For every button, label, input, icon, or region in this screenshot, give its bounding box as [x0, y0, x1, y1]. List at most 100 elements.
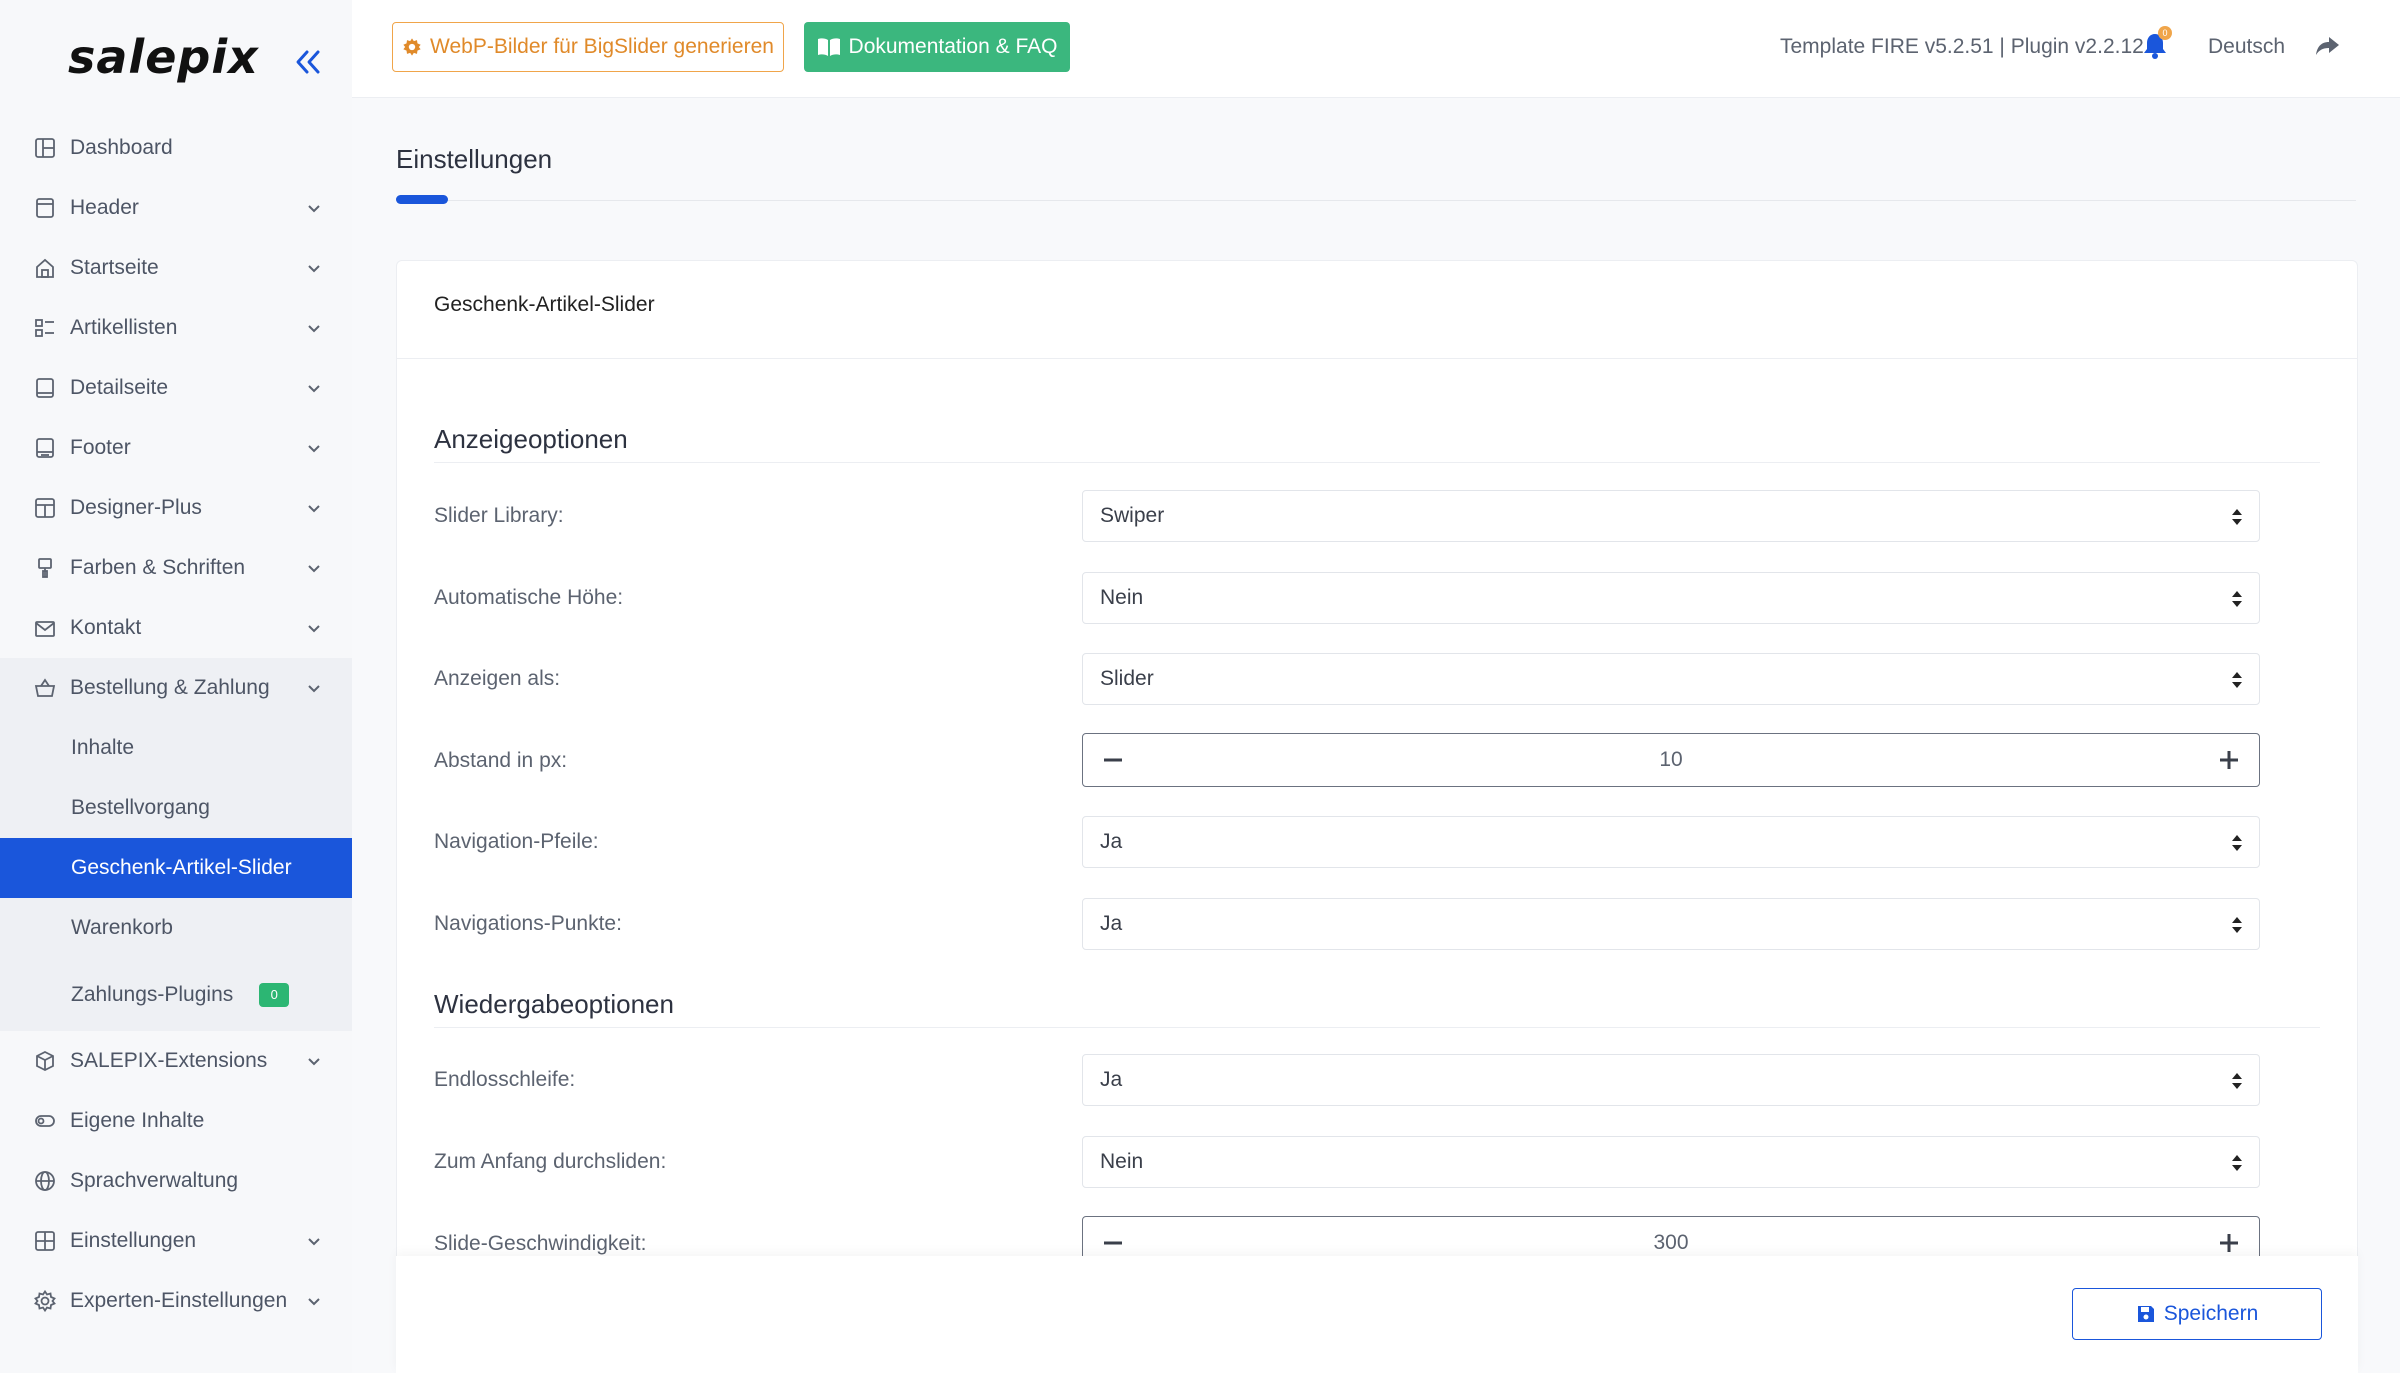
sidebar-subitem-bestellvorgang[interactable]: Bestellvorgang: [0, 778, 352, 838]
sidebar-item-detailseite[interactable]: Detailseite: [0, 358, 352, 418]
sidebar-item-einstellungen[interactable]: Einstellungen: [0, 1211, 352, 1271]
sidebar-item-label: Detailseite: [70, 376, 169, 399]
field-label-rewind: Zum Anfang durchsliden:: [434, 1150, 667, 1173]
share-button[interactable]: [2314, 34, 2342, 62]
minus-icon: [1104, 758, 1122, 762]
logo-row: salepix: [0, 0, 352, 122]
sidebar-item-label: Eigene Inhalte: [70, 1109, 205, 1132]
share-icon: [2316, 37, 2339, 55]
sort-arrows-icon: [2232, 509, 2242, 525]
field-label-loop: Endlosschleife:: [434, 1068, 576, 1091]
select-value: Slider: [1100, 667, 1154, 690]
section-divider: [434, 462, 2320, 463]
grid-icon: [34, 1230, 56, 1252]
card-title: Geschenk-Artikel-Slider: [434, 293, 655, 316]
globe-icon: [34, 1170, 56, 1192]
sidebar-item-salepix-extensions[interactable]: SALEPIX-Extensions: [0, 1031, 352, 1091]
minus-icon: [1104, 1241, 1122, 1245]
auto-height-select[interactable]: Nein: [1082, 572, 2260, 624]
sidebar-subitem-geschenk-artikel-slider[interactable]: Geschenk-Artikel-Slider: [0, 838, 352, 898]
sidebar-item-label: Farben & Schriften: [70, 556, 246, 579]
logo: salepix: [68, 30, 259, 84]
notification-count-badge: 0: [2158, 26, 2172, 40]
nav-dots-select[interactable]: Ja: [1082, 898, 2260, 950]
sort-arrows-icon: [2232, 1155, 2242, 1171]
decrement-button[interactable]: [1093, 740, 1133, 780]
sidebar-item-bestellung-zahlung[interactable]: Bestellung & Zahlung: [0, 658, 352, 718]
sidebar-item-header[interactable]: Header: [0, 178, 352, 238]
sidebar-item-startseite[interactable]: Startseite: [0, 238, 352, 298]
loop-select[interactable]: Ja: [1082, 1054, 2260, 1106]
spacing-value[interactable]: 10: [1143, 748, 2199, 772]
sidebar-item-kontakt[interactable]: Kontakt: [0, 598, 352, 658]
field-label-slider-library: Slider Library:: [434, 504, 564, 527]
chevron-down-icon: [308, 205, 320, 213]
language-selector[interactable]: Deutsch: [2208, 35, 2285, 59]
select-value: Ja: [1100, 830, 1123, 853]
sidebar-subitem-inhalte[interactable]: Inhalte: [0, 718, 352, 778]
designer-icon: [34, 497, 56, 519]
save-label: Speichern: [2163, 1302, 2259, 1325]
increment-button[interactable]: [2209, 740, 2249, 780]
sidebar-item-label: Bestellung & Zahlung: [70, 676, 270, 699]
select-value: Ja: [1100, 1068, 1123, 1091]
field-label-auto-height: Automatische Höhe:: [434, 586, 624, 609]
brush-icon: [34, 557, 56, 579]
chevron-down-icon: [308, 385, 320, 393]
rewind-select[interactable]: Nein: [1082, 1136, 2260, 1188]
field-label-nav-arrows: Navigation-Pfeile:: [434, 830, 599, 853]
sidebar-subitem-label: Bestellvorgang: [71, 796, 210, 819]
chevron-down-icon: [308, 1298, 320, 1306]
chevron-down-icon: [308, 685, 320, 693]
sidebar-item-label: Designer-Plus: [70, 496, 202, 519]
sidebar-item-experten-einstellungen[interactable]: Experten-Einstellungen: [0, 1271, 352, 1331]
slider-library-select[interactable]: Swiper: [1082, 490, 2260, 542]
sidebar-group-bestellung: Bestellung & Zahlung Inhalte Bestellvorg…: [0, 658, 352, 1031]
sort-arrows-icon: [2232, 835, 2242, 851]
sort-arrows-icon: [2232, 672, 2242, 688]
sidebar-subitem-zahlungs-plugins[interactable]: Zahlungs-Plugins 0: [0, 958, 352, 1031]
topbar: WebP-Bilder für BigSlider generieren Dok…: [352, 0, 2400, 98]
count-badge: 0: [259, 982, 290, 1007]
gear-icon: [403, 38, 421, 56]
select-value: Nein: [1100, 1150, 1144, 1173]
toggle-icon: [34, 1110, 56, 1132]
footer-icon: [34, 437, 56, 459]
sidebar-nav: Dashboard Header Startseite Artikelliste…: [0, 118, 352, 1331]
header-icon: [34, 197, 56, 219]
sidebar-subitem-label: Geschenk-Artikel-Slider: [71, 856, 292, 879]
basket-icon: [34, 677, 56, 699]
documentation-label: Dokumentation & FAQ: [848, 35, 1058, 58]
chevron-down-icon: [308, 625, 320, 633]
generate-webp-button[interactable]: WebP-Bilder für BigSlider generieren: [392, 22, 784, 72]
select-value: Swiper: [1100, 504, 1165, 527]
chevron-down-icon: [308, 265, 320, 273]
sidebar-item-dashboard[interactable]: Dashboard: [0, 118, 352, 178]
sidebar-item-label: Dashboard: [70, 136, 173, 159]
sidebar-item-label: Artikellisten: [70, 316, 178, 339]
select-value: Nein: [1100, 586, 1144, 609]
speed-value[interactable]: 300: [1143, 1231, 2199, 1255]
notifications-button[interactable]: 0: [2142, 26, 2172, 62]
title-accent: [396, 195, 448, 204]
documentation-button[interactable]: Dokumentation & FAQ: [804, 22, 1070, 72]
detail-icon: [34, 377, 56, 399]
spacing-stepper[interactable]: 10: [1082, 733, 2260, 787]
collapse-sidebar-button[interactable]: [288, 42, 328, 82]
sidebar-item-designer-plus[interactable]: Designer-Plus: [0, 478, 352, 538]
nav-arrows-select[interactable]: Ja: [1082, 816, 2260, 868]
save-button[interactable]: Speichern: [2072, 1288, 2322, 1340]
version-info: Template FIRE v5.2.51 | Plugin v2.2.12: [1780, 35, 2144, 58]
sidebar-item-farben-schriften[interactable]: Farben & Schriften: [0, 538, 352, 598]
sidebar-item-footer[interactable]: Footer: [0, 418, 352, 478]
sidebar-subitem-warenkorb[interactable]: Warenkorb: [0, 898, 352, 958]
sidebar-item-sprachverwaltung[interactable]: Sprachverwaltung: [0, 1151, 352, 1211]
chevron-down-icon: [308, 1238, 320, 1246]
list-icon: [34, 317, 56, 339]
box-icon: [34, 1050, 56, 1072]
sidebar-item-eigene-inhalte[interactable]: Eigene Inhalte: [0, 1091, 352, 1151]
plus-icon: [2220, 751, 2238, 769]
sidebar-item-label: Experten-Einstellungen: [70, 1289, 288, 1312]
sidebar-item-artikellisten[interactable]: Artikellisten: [0, 298, 352, 358]
display-as-select[interactable]: Slider: [1082, 653, 2260, 705]
